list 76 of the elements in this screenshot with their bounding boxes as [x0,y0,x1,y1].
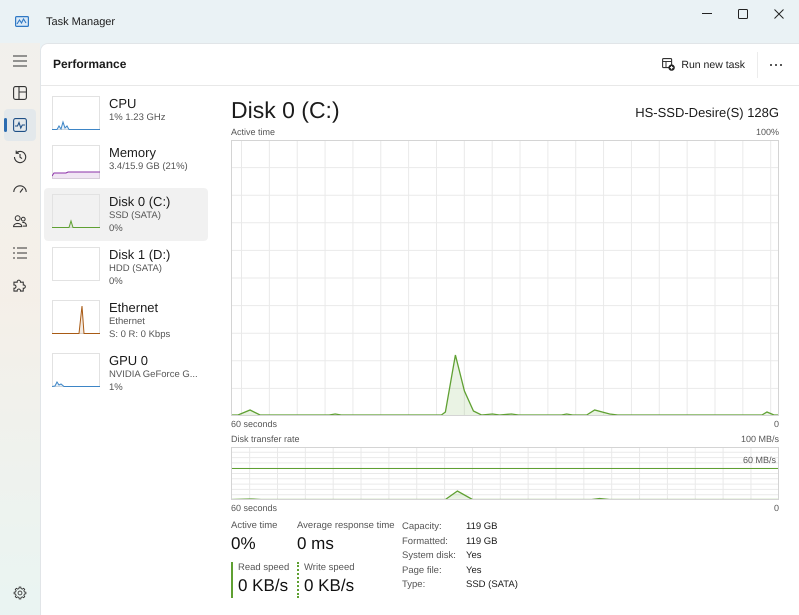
resource-detail: 3.4/15.9 GB (21%) [109,160,188,173]
graph-label: Disk transfer rate [231,433,300,445]
stat-value: 0 KB/s [238,575,288,597]
nav-item[interactable] [4,109,36,141]
axis-start-label: 60 seconds [231,418,278,430]
resource-name: Ethernet [109,300,158,315]
usage-sparkline [52,300,100,334]
usage-sparkline [52,353,100,387]
axis-end-label: 0 [774,502,779,514]
stat-value: 0% [231,533,256,555]
tiles-icon [13,86,27,100]
property-value: Yes [466,549,482,563]
stat-label: Active time [231,520,278,532]
list-icon [13,246,27,260]
solid-line-icon [231,562,233,598]
resource-item[interactable]: GPU 0 NVIDIA GeForce G... 1% [44,347,208,400]
settings-icon [13,586,27,600]
minimize-icon [702,13,712,14]
resource-detail: 1% [109,381,123,394]
property-value: Yes [466,564,482,578]
resource-item[interactable]: Disk 1 (D:) HDD (SATA) 0% [44,241,208,294]
page-title: Performance [53,57,126,72]
usage-sparkline [52,194,100,228]
chart-icon [15,16,29,27]
puzzle-icon [13,278,27,292]
resource-item[interactable]: Memory 3.4/15.9 GB (21%) [44,139,208,188]
stat-label: Average response time [297,520,395,532]
window-plus-icon [662,58,676,71]
property-label: Page file: [402,564,443,578]
usage-sparkline [52,145,100,179]
property-value: 119 GB [466,534,499,548]
resource-detail: 0% [109,222,123,235]
window-title: Task Manager [46,14,116,28]
pulse-chart-icon [13,118,27,132]
stat-label: Write speed [304,562,355,574]
property-label: Type: [402,578,426,592]
property-value: 119 GB [466,520,499,534]
scale-label: 60 MB/s [742,454,776,466]
property-label: Formatted: [402,534,449,548]
resource-detail: 1% 1.23 GHz [109,111,166,124]
usage-sparkline [52,96,100,130]
history-icon [13,150,27,164]
resource-name: CPU [109,96,136,111]
graph-max-label: 100% [756,126,779,138]
property-label: Capacity: [402,520,443,534]
resource-item[interactable]: Disk 0 (C:) SSD (SATA) 0% [44,188,208,241]
graph-label: Active time [231,126,276,138]
resource-detail: Ethernet [109,315,145,328]
resource-detail: NVIDIA GeForce G... [109,368,198,381]
users-icon [13,214,27,228]
resource-name: GPU 0 [109,353,148,368]
usage-sparkline [52,247,100,281]
dotted-line-icon [297,562,299,598]
device-title: Disk 0 (C:) [231,96,340,124]
resource-item[interactable]: Ethernet Ethernet S: 0 R: 0 Kbps [44,294,208,347]
property-label: System disk: [402,549,457,563]
device-model: HS-SSD-Desire(S) 128G [635,105,779,122]
resource-detail: S: 0 R: 0 Kbps [109,328,170,341]
resource-name: Disk 1 (D:) [109,247,170,262]
resource-detail: 0% [109,275,123,288]
close-icon [774,8,784,18]
run-new-task-button[interactable]: Run new task [654,50,753,78]
stat-value: 0 KB/s [304,575,354,597]
axis-start-label: 60 seconds [231,502,278,514]
resource-name: Memory [109,145,156,160]
menu-icon [13,54,27,68]
resource-detail: SSD (SATA) [109,209,161,222]
property-value: SSD (SATA) [466,578,518,592]
graph-max-label: 100 MB/s [740,433,779,445]
stat-value: 0 ms [297,533,334,555]
resource-item[interactable]: CPU 1% 1.23 GHz [44,90,208,139]
resource-detail: HDD (SATA) [109,262,162,275]
axis-end-label: 0 [774,418,779,430]
stat-label: Read speed [238,562,290,574]
resource-name: Disk 0 (C:) [109,194,170,209]
maximize-icon [738,8,748,18]
